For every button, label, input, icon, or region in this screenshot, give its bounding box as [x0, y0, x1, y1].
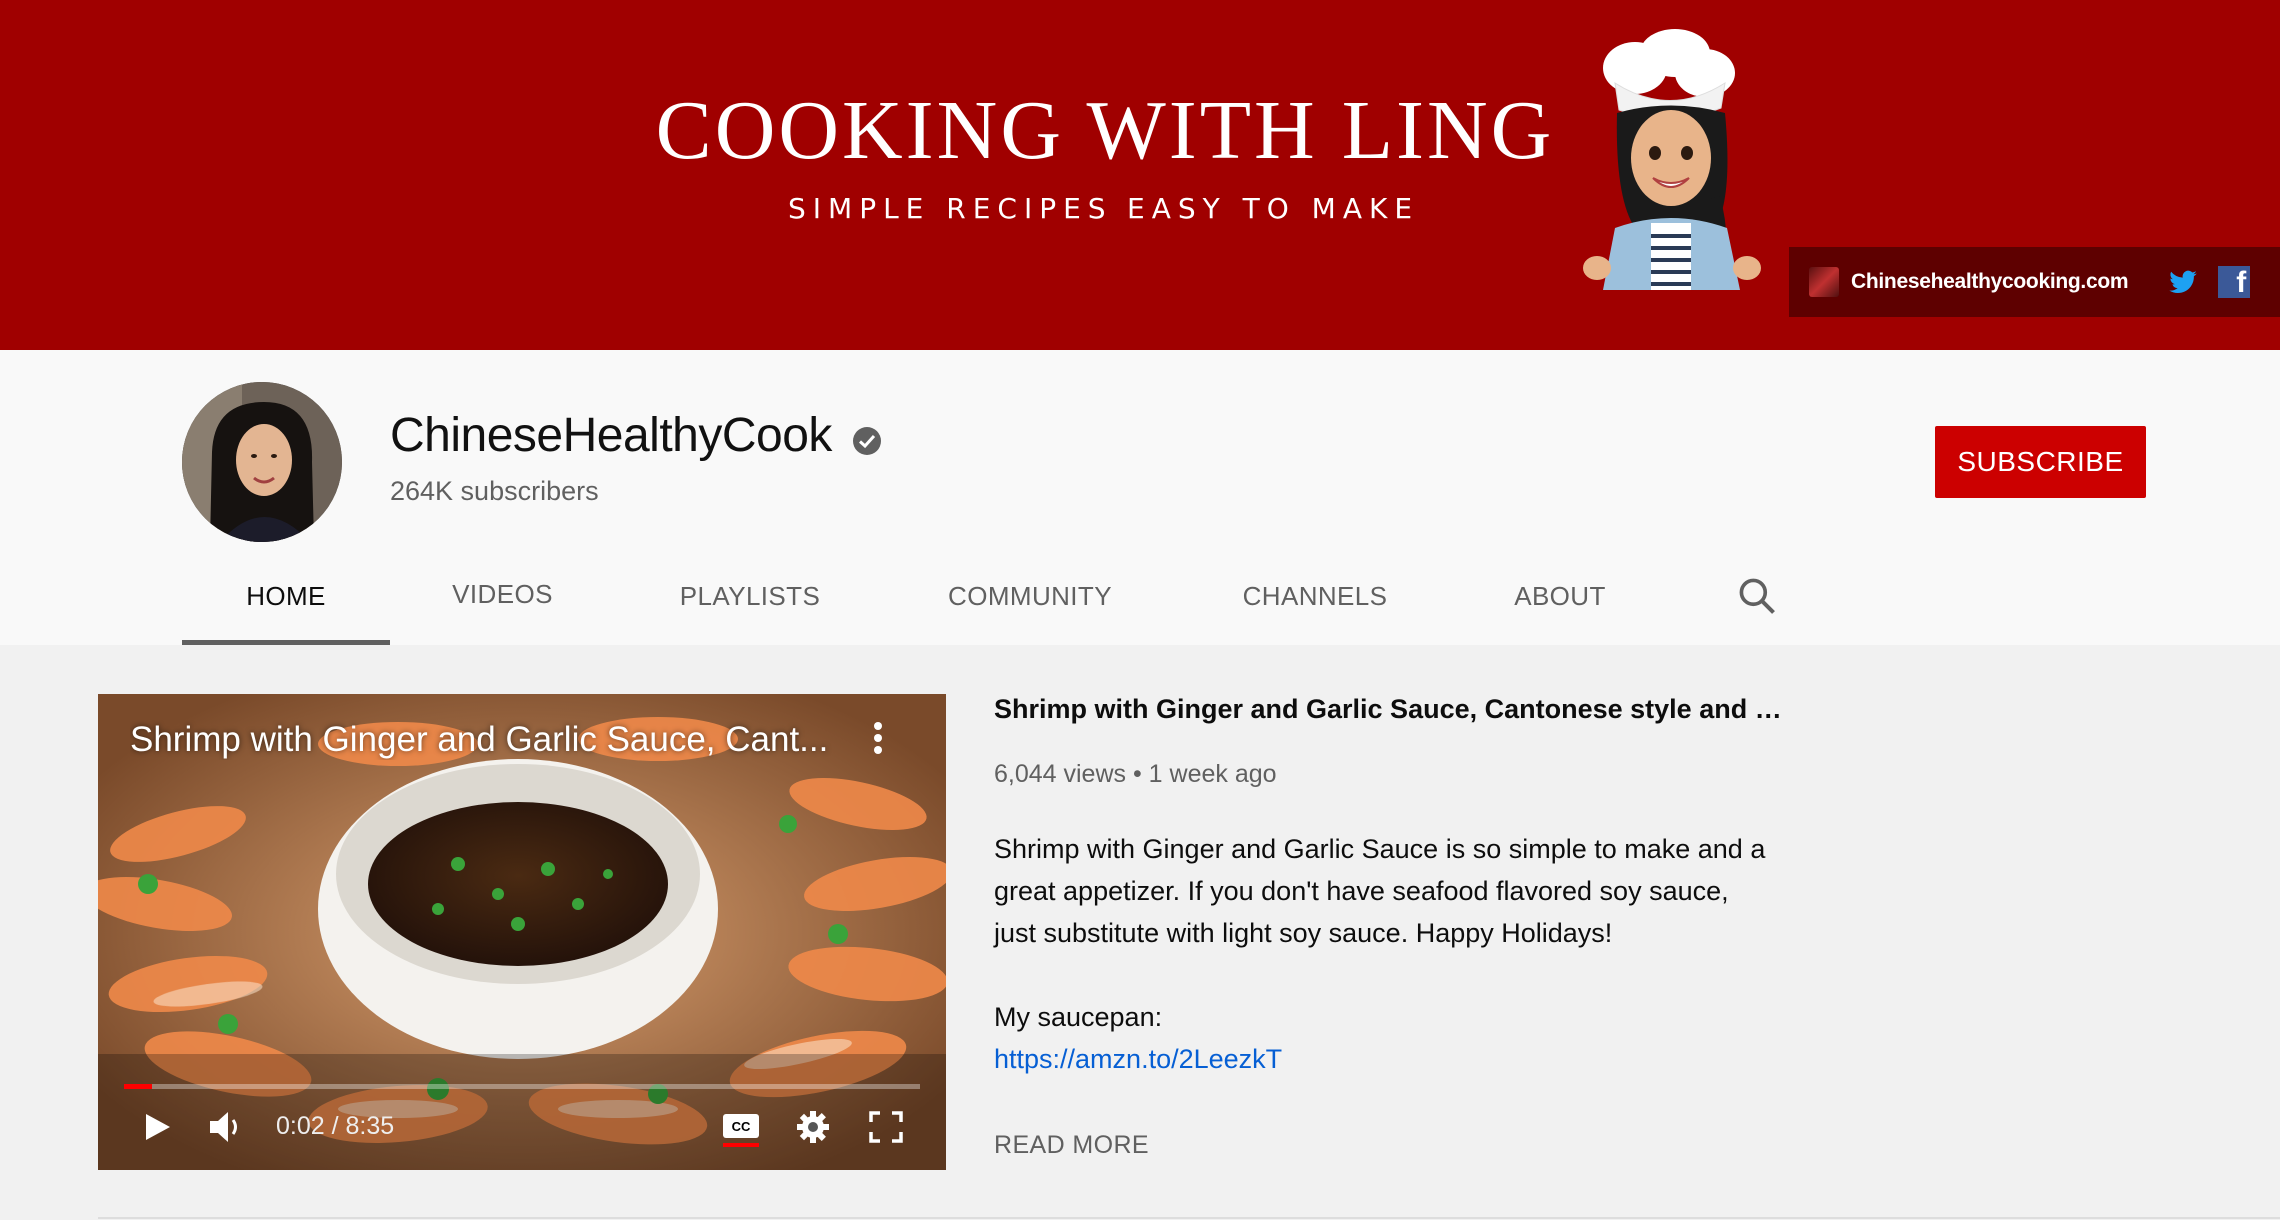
more-options-icon[interactable] [868, 716, 888, 760]
description-spacer [994, 954, 1834, 996]
player-title-overlay[interactable]: Shrimp with Ginger and Garlic Sauce, Can… [130, 720, 850, 760]
tab-home[interactable]: HOME [182, 548, 390, 645]
subscriber-count: 264K subscribers [390, 476, 599, 506]
banner-tagline-easy: EASY TO MAKE [1127, 192, 1420, 225]
tab-channels[interactable]: CHANNELS [1210, 548, 1420, 645]
banner-links-bar: Chinesehealthycooking.com f [1789, 247, 2280, 317]
fullscreen-icon[interactable] [865, 1102, 907, 1152]
banner-title: COOKING WITH LING [655, 84, 1555, 177]
website-favicon-icon [1809, 267, 1839, 297]
playback-time: 0:02 / 8:35 [276, 1112, 395, 1140]
featured-video-player[interactable]: Shrimp with Ginger and Garlic Sauce, Can… [98, 694, 946, 1170]
chef-avatar-illustration [1583, 29, 1761, 290]
twitter-icon[interactable] [2166, 267, 2200, 297]
verified-check-icon [853, 427, 881, 455]
description-line: great appetizer. If you don't have seafo… [994, 876, 1729, 906]
channel-avatar[interactable] [182, 382, 342, 542]
svg-text:CC: CC [732, 1119, 751, 1134]
channel-tabs: HOME VIDEOS PLAYLISTS COMMUNITY CHANNELS… [0, 548, 2280, 645]
featured-video-description: Shrimp with Ginger and Garlic Sauce is s… [994, 828, 1834, 1080]
subscribe-button[interactable]: SUBSCRIBE [1935, 426, 2146, 498]
featured-video-title[interactable]: Shrimp with Ginger and Garlic Sauce, Can… [994, 694, 1794, 725]
settings-gear-icon[interactable] [792, 1102, 834, 1152]
video-thumbnail-frame [98, 694, 946, 1170]
description-link[interactable]: https://amzn.to/2LeezkT [994, 1038, 1834, 1080]
channel-avatar-photo [182, 382, 342, 542]
volume-icon[interactable] [204, 1102, 246, 1152]
description-line: Shrimp with Ginger and Garlic Sauce is s… [994, 834, 1766, 864]
progress-bar[interactable] [124, 1084, 920, 1089]
search-icon[interactable] [1735, 574, 1779, 618]
tab-playlists[interactable]: PLAYLISTS [640, 548, 860, 645]
description-line: just substitute with light soy sauce. Ha… [994, 918, 1613, 948]
play-icon[interactable] [138, 1102, 178, 1152]
closed-captions-icon[interactable]: CC [720, 1102, 762, 1152]
tab-community[interactable]: COMMUNITY [910, 548, 1150, 645]
channel-name[interactable]: ChineseHealthyCook [390, 408, 832, 463]
banner-tagline-recipes: SIMPLE RECIPES [788, 192, 1113, 225]
featured-video-meta: 6,044 views • 1 week ago [994, 760, 1277, 788]
saucepan-label: My saucepan: [994, 1002, 1163, 1032]
facebook-icon[interactable]: f [2218, 266, 2251, 298]
website-link[interactable]: Chinesehealthycooking.com [1851, 270, 2129, 294]
channel-header: ChineseHealthyCook 264K subscribers SUBS… [0, 350, 2280, 645]
section-divider [98, 1217, 2280, 1219]
progress-bar-fill [124, 1084, 152, 1089]
channel-banner: COOKING WITH LING SIMPLE RECIPES EASY TO… [0, 0, 2280, 350]
tab-videos[interactable]: VIDEOS [420, 546, 585, 643]
read-more-button[interactable]: READ MORE [994, 1131, 1149, 1160]
tab-about[interactable]: ABOUT [1485, 548, 1635, 645]
